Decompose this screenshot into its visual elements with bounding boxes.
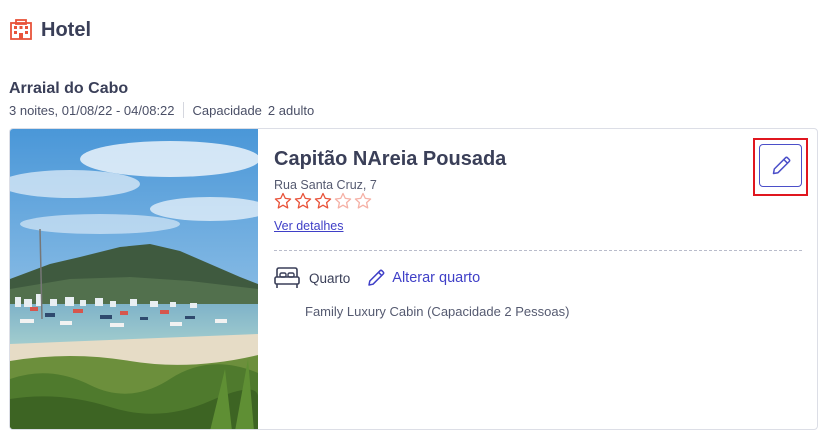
section-header: Hotel xyxy=(9,18,91,42)
trip-meta: 3 noites, 01/08/22 - 04/08:22 Capacidade… xyxy=(9,102,314,118)
change-room-button[interactable]: Alterar quarto xyxy=(366,268,480,288)
change-room-label: Alterar quarto xyxy=(392,270,481,286)
trip-dates: 3 noites, 01/08/22 - 04/08:22 xyxy=(9,102,175,118)
room-description: Family Luxury Cabin (Capacidade 2 Pessoa… xyxy=(305,304,570,319)
hotel-name: Capitão NAreia Pousada xyxy=(274,148,507,170)
meta-divider xyxy=(182,102,184,118)
room-row: Quarto Alterar quarto xyxy=(274,266,480,290)
star-filled-icon xyxy=(293,192,313,210)
star-empty-icon xyxy=(353,192,373,210)
card-divider xyxy=(274,250,802,251)
hotel-building-icon xyxy=(9,18,33,42)
star-filled-icon xyxy=(273,192,293,210)
star-rating xyxy=(273,192,373,210)
page-title: Hotel xyxy=(41,18,91,41)
star-empty-icon xyxy=(333,192,353,210)
bed-icon xyxy=(274,266,300,290)
hotel-card: Capitão NAreia Pousada Rua Santa Cruz, 7… xyxy=(9,128,818,430)
hotel-photo xyxy=(10,129,258,429)
view-details-link[interactable]: Ver detalhes xyxy=(274,219,344,233)
capacity-label: Capacidade xyxy=(192,102,262,118)
pencil-icon xyxy=(770,155,792,177)
destination-city: Arraial do Cabo xyxy=(9,80,129,97)
star-filled-icon xyxy=(313,192,333,210)
edit-hotel-button[interactable] xyxy=(759,144,802,187)
pencil-icon xyxy=(366,268,386,288)
room-label: Quarto xyxy=(309,270,351,286)
capacity-value: 2 adulto xyxy=(267,102,315,118)
hotel-address: Rua Santa Cruz, 7 xyxy=(274,178,377,192)
